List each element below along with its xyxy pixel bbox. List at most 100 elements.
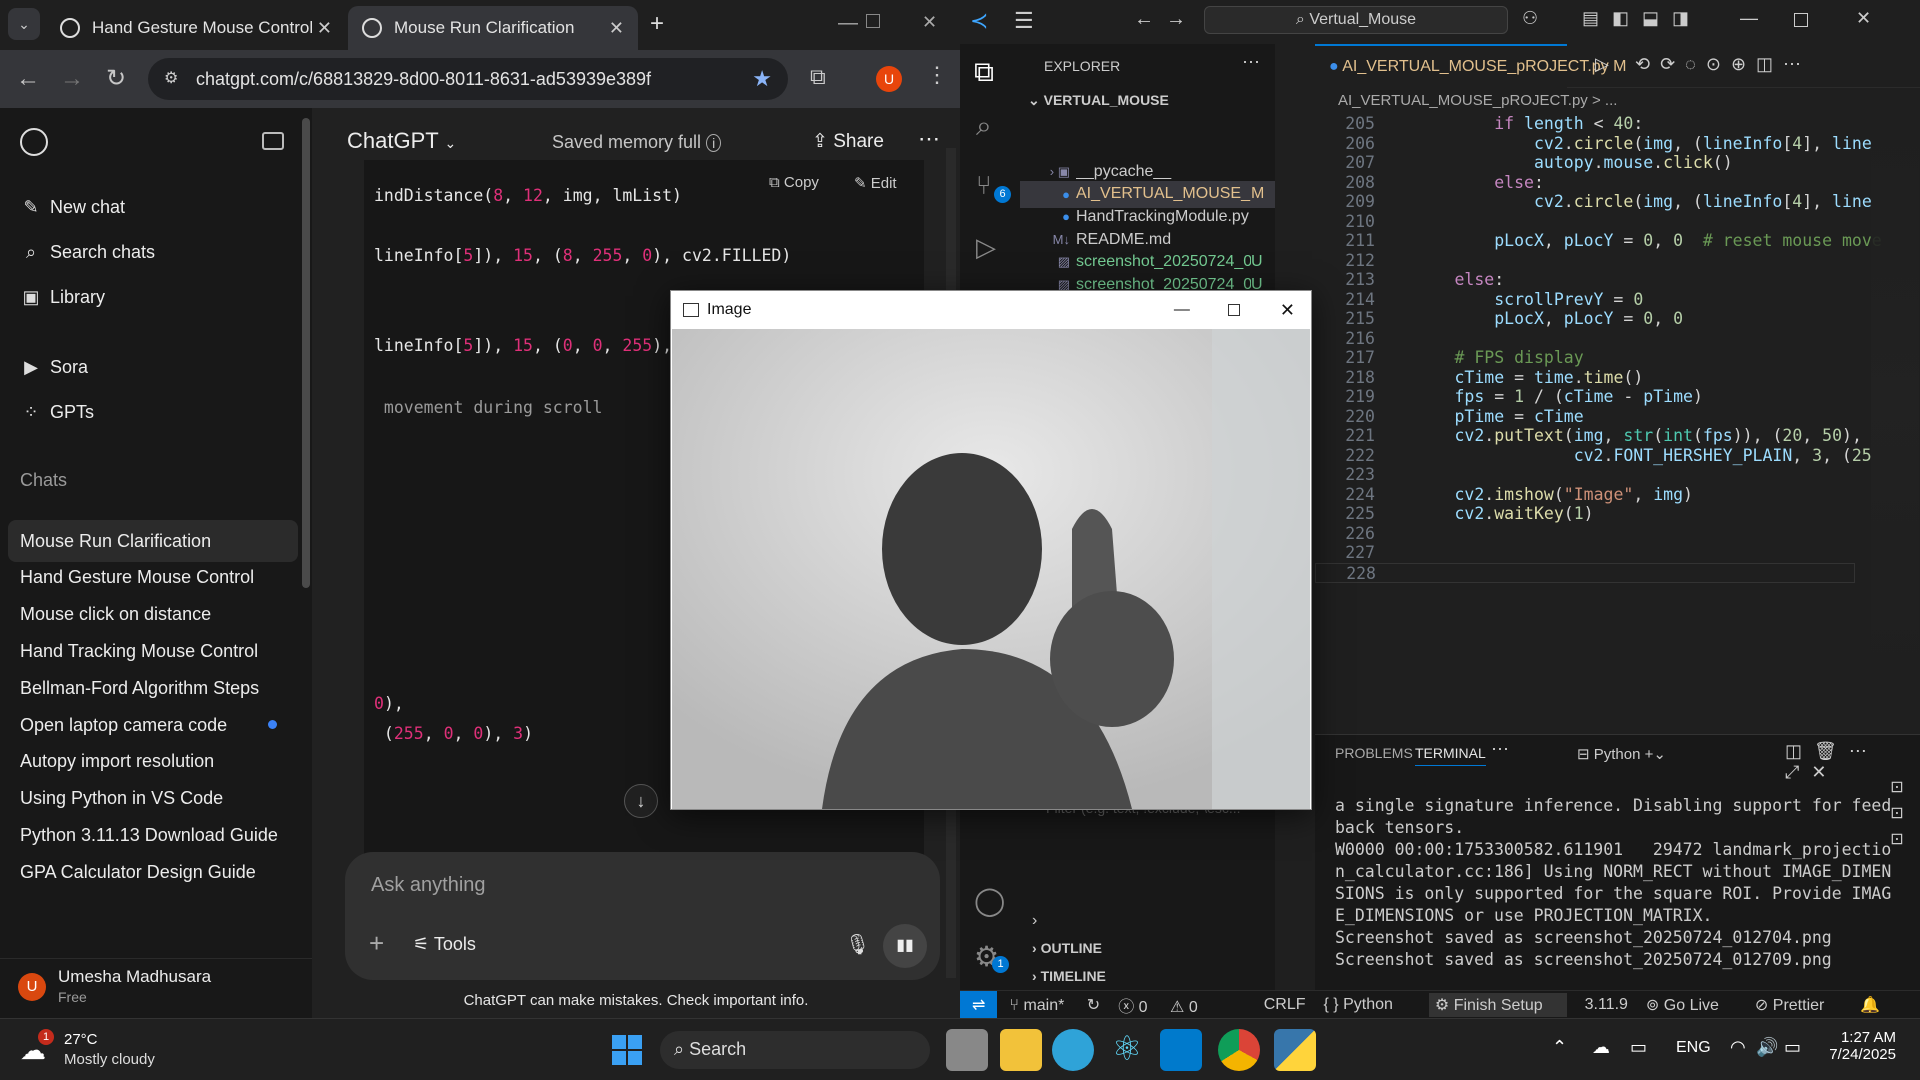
tab-problems[interactable]: PROBLEMS — [1335, 745, 1413, 761]
vscode-taskbar-icon[interactable] — [1160, 1029, 1202, 1071]
collapsed-section[interactable]: › — [1032, 912, 1037, 930]
run-debug-icon[interactable]: ▷ — [976, 232, 996, 263]
account-icon[interactable]: ◯ — [974, 884, 1005, 917]
battery-icon[interactable]: ▭ — [1784, 1037, 1801, 1058]
minimize-icon[interactable]: — — [838, 12, 858, 35]
wifi-icon[interactable]: ◠ — [1730, 1037, 1746, 1058]
sidebar-chat-item[interactable]: Bellman-Ford Algorithm Steps — [8, 667, 298, 709]
start-button[interactable] — [612, 1035, 642, 1065]
sidebar-chat-item[interactable]: Hand Tracking Mouse Control — [8, 630, 298, 672]
editor-actions[interactable]: ⟲⟳◌⊙⊕◫⋯ — [1635, 54, 1811, 75]
toggle-panel-icon[interactable]: ⬓ — [1642, 8, 1659, 29]
profile-avatar[interactable]: U — [876, 66, 902, 92]
message-input[interactable]: Ask anything — [371, 874, 486, 897]
terminal-list[interactable]: ⊡ ⊡ ⊡ — [1875, 775, 1919, 855]
openai-logo-icon[interactable] — [20, 128, 48, 156]
display-icon[interactable]: ▭ — [1630, 1037, 1647, 1058]
forward-icon[interactable]: → — [56, 64, 88, 96]
panel-more-icon[interactable]: ⋯ — [1491, 739, 1509, 760]
image-window[interactable]: Image — ✕ — [670, 290, 1312, 810]
language-indicator[interactable]: { } Python — [1324, 996, 1411, 1014]
maximize-icon[interactable] — [866, 14, 880, 28]
add-icon[interactable]: + — [369, 928, 384, 959]
close-icon[interactable]: ✕ — [609, 18, 624, 39]
clock[interactable]: 1:27 AM 7/24/2025 — [1812, 1029, 1896, 1063]
network-alert-icon[interactable]: ☁ — [1592, 1037, 1610, 1058]
language-indicator[interactable]: ENG — [1676, 1039, 1711, 1057]
maximize-icon[interactable] — [1227, 304, 1240, 316]
volume-icon[interactable]: 🔊 — [1756, 1037, 1778, 1058]
menu-icon[interactable]: ☰ — [1014, 8, 1034, 34]
sidebar-chat-item[interactable]: Open laptop camera code — [8, 704, 298, 746]
branch-indicator[interactable]: ⑂ main* ↻ — [1009, 995, 1100, 1015]
scroll-down-button[interactable]: ↓ — [624, 784, 658, 818]
minimize-icon[interactable]: — — [1174, 301, 1190, 319]
more-options-icon[interactable]: ⋯ — [918, 126, 940, 152]
taskbar-search[interactable]: ⌕ Search — [660, 1031, 930, 1069]
model-selector[interactable]: ChatGPT ⌄ — [347, 128, 456, 154]
terminal-output[interactable]: a single signature inference. Disabling … — [1335, 795, 1891, 971]
minimap[interactable] — [1871, 120, 1919, 680]
sidebar-chat-item[interactable]: Autopy import resolution — [8, 741, 298, 783]
settings-gear-icon[interactable]: ⚙ 1 — [974, 940, 1009, 973]
explorer-more-icon[interactable]: ⋯ — [1242, 52, 1260, 73]
eol-indicator[interactable]: CRLF — [1264, 996, 1306, 1014]
close-window-icon[interactable]: ✕ — [1856, 8, 1871, 29]
task-view-icon[interactable] — [946, 1029, 988, 1071]
toggle-sidebar-icon[interactable]: ◧ — [1612, 8, 1629, 29]
bookmark-star-icon[interactable]: ★ — [752, 66, 772, 92]
user-profile-button[interactable]: U Umesha Madhusara Free — [0, 958, 312, 1018]
terminal-profile[interactable]: ⊟ Python +⌄ — [1577, 745, 1666, 763]
gpts-button[interactable]: ⁘ GPTs — [20, 395, 94, 429]
search-chats-button[interactable]: ⌕ Search chats — [20, 235, 155, 269]
chrome-menu-icon[interactable]: ⋮ — [926, 62, 948, 88]
go-live-button[interactable]: ⊚ Go Live — [1646, 995, 1737, 1015]
remote-indicator[interactable]: ⇌ — [960, 990, 998, 1019]
tray-overflow-icon[interactable]: ⌃ — [1552, 1037, 1567, 1058]
sidebar-chat-item[interactable]: Mouse Run Clarification — [8, 520, 298, 562]
toggle-secondary-sidebar-icon[interactable]: ◨ — [1672, 8, 1689, 29]
tab-terminal[interactable]: TERMINAL — [1415, 745, 1486, 766]
outline-section[interactable]: › OUTLINE — [1032, 940, 1102, 956]
explorer-icon[interactable]: ⧉ — [974, 56, 994, 89]
nav-forward-icon[interactable]: → — [1166, 8, 1186, 31]
sidebar-chat-item[interactable]: Mouse click on distance — [8, 594, 298, 636]
react-app-icon[interactable]: ⚛ — [1106, 1029, 1148, 1071]
microphone-icon[interactable]: 🎙 — [845, 932, 870, 957]
close-icon[interactable]: ✕ — [317, 18, 332, 39]
layout-icon[interactable]: ▤ — [1582, 8, 1599, 29]
sora-button[interactable]: ▶ Sora — [20, 350, 88, 384]
file-explorer-icon[interactable] — [1000, 1029, 1042, 1071]
url-field[interactable]: ⚙ chatgpt.com/c/68813829-8d00-8011-8631-… — [148, 58, 788, 100]
new-tab-button[interactable]: + — [650, 10, 664, 38]
close-window-icon[interactable]: ✕ — [922, 12, 937, 33]
close-icon[interactable]: ✕ — [1280, 300, 1295, 321]
sidebar-chat-item[interactable]: Python 3.11.13 Download Guide — [8, 814, 298, 856]
tools-button[interactable]: ⚟ Tools — [413, 934, 476, 955]
voice-mode-button[interactable]: ▮▮ — [883, 924, 927, 968]
source-control-icon[interactable]: ⑂ 6 — [976, 170, 1011, 203]
run-python-icon[interactable]: ▷ — [1595, 54, 1609, 75]
library-button[interactable]: ▣ Library — [20, 280, 105, 314]
chrome-taskbar-icon[interactable] — [1218, 1029, 1260, 1071]
edit-code-button[interactable]: ✎ Edit — [854, 174, 897, 192]
timeline-section[interactable]: › TIMELINE — [1032, 968, 1106, 984]
copilot-icon[interactable]: ⚇ — [1522, 8, 1538, 29]
problems-indicator[interactable]: ⓧ 0 ⚠ 0 — [1118, 993, 1216, 1017]
image-window-titlebar[interactable]: Image — ✕ — [671, 291, 1311, 329]
tab-hand-gesture[interactable]: Hand Gesture Mouse Control ✕ — [46, 6, 346, 50]
folder-header[interactable]: ⌄ VERTUAL_MOUSE — [1028, 92, 1169, 109]
command-search-input[interactable]: ⌕ Vertual_Mouse — [1204, 6, 1508, 34]
minimize-icon[interactable]: — — [1740, 8, 1758, 29]
site-info-icon[interactable]: ⚙ — [164, 68, 178, 88]
back-icon[interactable]: ← — [12, 64, 44, 96]
share-button[interactable]: ⇪ Share — [812, 130, 884, 153]
python-taskbar-icon[interactable] — [1274, 1029, 1316, 1071]
breadcrumb[interactable]: AI_VERTUAL_MOUSE_pROJECT.py > ... — [1338, 92, 1617, 109]
new-chat-button[interactable]: ✎ New chat — [20, 190, 125, 224]
python-version[interactable]: 3.11.9 — [1585, 996, 1628, 1014]
finish-setup-button[interactable]: ⚙ Finish Setup — [1428, 992, 1567, 1017]
editor-tab[interactable]: ● AI_VERTUAL_MOUSE_pROJECT.py M — [1315, 44, 1626, 88]
sidebar-chat-item[interactable]: GPA Calculator Design Guide — [8, 851, 298, 893]
notifications-bell-icon[interactable]: 🔔 — [1860, 995, 1880, 1015]
